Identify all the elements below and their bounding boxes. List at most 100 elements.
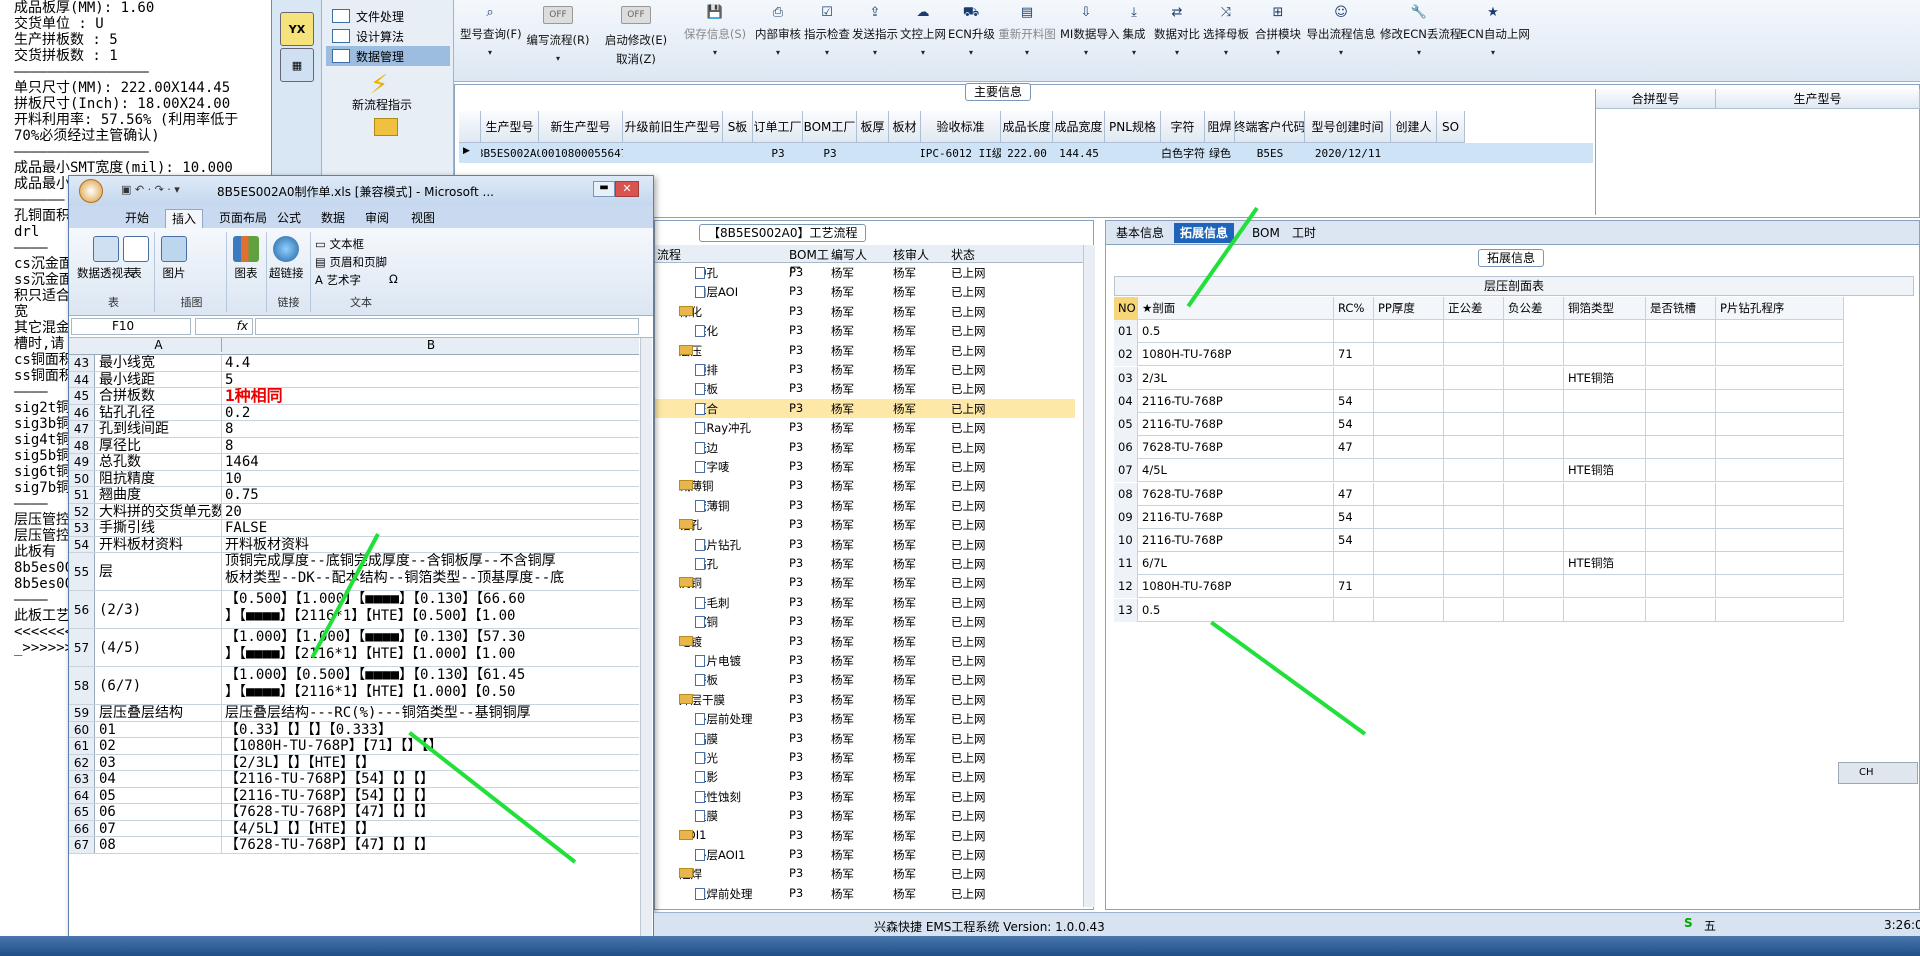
toolbar-button-10[interactable]: ⇩ MI数据导入 ▾: [1060, 6, 1119, 76]
stack-cell[interactable]: [1504, 343, 1564, 367]
process-row[interactable]: 层压 P3 杨军 杨军 已上网: [655, 341, 1075, 360]
cell-b[interactable]: 【1.000】【1.000】【■■■■】【0.130】【57.30 】【■■■■…: [223, 629, 639, 666]
row-number[interactable]: 52: [69, 503, 95, 519]
stack-col-header[interactable]: PP厚度: [1374, 297, 1444, 320]
main-cell[interactable]: 144.45: [1053, 143, 1105, 163]
stack-cell[interactable]: [1444, 343, 1504, 367]
row-number[interactable]: 58: [69, 667, 95, 704]
stack-cell[interactable]: [1334, 598, 1374, 622]
process-row[interactable]: 退膜 P3 杨军 杨军 已上网: [655, 806, 1075, 825]
stack-cell[interactable]: [1564, 482, 1646, 506]
toolbar-button-3[interactable]: 💾 保存信息(S) ▾: [680, 6, 750, 76]
toolbar-button-0[interactable]: ⌕ 型号查询(F) ▾: [460, 6, 522, 76]
sheet-row[interactable]: 58 (6/7) 【1.000】【0.500】【■■■■】【0.130】【61.45…: [69, 667, 639, 705]
stack-cell[interactable]: [1374, 459, 1444, 483]
stack-cell[interactable]: [1374, 343, 1444, 367]
stack-row[interactable]: 12 1080H-TU-768P 71: [1114, 575, 1844, 599]
stack-col-header[interactable]: ★剖面: [1138, 297, 1334, 320]
stack-cell[interactable]: [1646, 575, 1716, 599]
stack-cell[interactable]: [1716, 436, 1844, 460]
main-col-header[interactable]: 阻焊: [1205, 111, 1235, 143]
stack-col-header[interactable]: RC%: [1334, 297, 1374, 320]
ime-mode[interactable]: 五: [1704, 917, 1716, 934]
toolbar-button-9[interactable]: ▤ 重新开料图 ▾: [998, 6, 1056, 76]
cell-a[interactable]: 01: [96, 721, 222, 737]
row-number[interactable]: 63: [69, 771, 95, 787]
process-col-header[interactable]: 状态: [951, 246, 991, 263]
folder-icon[interactable]: [374, 118, 398, 136]
row-number[interactable]: 54: [69, 536, 95, 552]
sheet-row[interactable]: 60 01 【0.33】【】【】【0.333】: [69, 721, 639, 738]
cell-b[interactable]: 0.75: [223, 487, 639, 502]
minimize-icon[interactable]: ▬: [593, 181, 615, 197]
cell-a[interactable]: 孔到线间距: [96, 421, 222, 437]
stack-row[interactable]: 06 7628-TU-768P 47: [1114, 436, 1844, 460]
language-bar[interactable]: CH: [1838, 762, 1918, 784]
stack-row[interactable]: 13 0.5: [1114, 598, 1844, 622]
sheet-row[interactable]: 64 05 【2116-TU-768P】【54】【】【】: [69, 787, 639, 804]
row-number[interactable]: 60: [69, 721, 95, 737]
toolbar-button-6[interactable]: ⇪ 发送指示 ▾: [850, 6, 900, 76]
process-col-header[interactable]: 核审人: [893, 246, 951, 263]
stack-cell[interactable]: 54: [1334, 389, 1374, 413]
process-row[interactable]: 外层前处理 P3 杨军 杨军 已上网: [655, 709, 1075, 728]
stack-cell[interactable]: [1504, 389, 1564, 413]
stack-cell[interactable]: [1374, 413, 1444, 436]
stack-cell[interactable]: [1716, 459, 1844, 483]
cell-a[interactable]: (4/5): [96, 629, 222, 666]
stack-cell[interactable]: [1444, 320, 1504, 344]
cell-a[interactable]: 08: [96, 837, 222, 853]
row-number[interactable]: 50: [69, 470, 95, 486]
stack-cell[interactable]: [1444, 598, 1504, 622]
toolbar-button-7[interactable]: ☁ 文控上网 ▾: [900, 6, 946, 76]
cell-b[interactable]: 【0.33】【】【】【0.333】: [223, 722, 639, 737]
name-box[interactable]: F10: [71, 318, 191, 335]
toolbar-button-11[interactable]: ⤓ 集成 ▾: [1116, 6, 1152, 76]
cell-a[interactable]: 02: [96, 738, 222, 754]
main-cell[interactable]: 2020/12/11: [1305, 143, 1391, 163]
toolbar-button-2[interactable]: OFF 启动修改(E) 取消(Z): [596, 6, 676, 76]
sheet-row[interactable]: 47 孔到线间距 8: [69, 421, 639, 438]
stack-cell[interactable]: 2116-TU-768P: [1138, 505, 1334, 529]
sheet-row[interactable]: 56 (2/3) 【0.500】【1.000】【■■■■】【0.130】【66.60…: [69, 591, 639, 629]
stack-cell[interactable]: 1080H-TU-768P: [1138, 575, 1334, 599]
stack-cell[interactable]: [1374, 389, 1444, 413]
sheet-row[interactable]: 59 层压叠层结构 层压叠层结构---RC(%)---铜箔类型--基铜铜厚: [69, 705, 639, 722]
stack-cell[interactable]: 03: [1114, 366, 1138, 390]
tab-3[interactable]: 工时: [1286, 223, 1322, 243]
sheet-row[interactable]: 66 07 【4/5L】【】【HTE】【】: [69, 820, 639, 837]
main-col-header[interactable]: 订单工厂: [753, 111, 803, 143]
stack-cell[interactable]: 11: [1114, 552, 1138, 576]
cell-b[interactable]: 5: [223, 372, 639, 387]
process-scrollbar[interactable]: [1083, 245, 1095, 907]
cell-a[interactable]: 04: [96, 771, 222, 787]
excel-scrollbar[interactable]: [640, 338, 652, 955]
nav-item-algorithm[interactable]: 设计算法: [326, 26, 450, 46]
sheet-row[interactable]: 49 总孔数 1464: [69, 454, 639, 471]
cell-a[interactable]: 层压叠层结构: [96, 705, 222, 721]
sheet-row[interactable]: 43 最小线宽 4.4: [69, 355, 639, 372]
sheet-row[interactable]: 50 阻抗精度 10: [69, 470, 639, 487]
stack-cell[interactable]: 2/3L: [1138, 366, 1334, 390]
stack-cell[interactable]: [1564, 413, 1646, 436]
ribbon-tab-6[interactable]: 视图: [405, 209, 441, 228]
main-col-header[interactable]: SO: [1437, 111, 1465, 143]
stack-cell[interactable]: [1646, 320, 1716, 344]
stack-cell[interactable]: [1564, 343, 1646, 367]
cell-b[interactable]: 【2116-TU-768P】【54】【】【】: [223, 771, 639, 786]
stack-row[interactable]: 02 1080H-TU-768P 71: [1114, 343, 1844, 367]
stack-cell[interactable]: [1646, 552, 1716, 576]
ribbon-tab-4[interactable]: 数据: [315, 209, 351, 228]
table-button[interactable]: 表: [123, 236, 149, 281]
stack-cell[interactable]: HTE铜箔: [1564, 459, 1646, 483]
main-cell[interactable]: [889, 143, 921, 163]
cell-a[interactable]: 钻孔孔径: [96, 404, 222, 420]
stack-cell[interactable]: [1504, 413, 1564, 436]
stack-cell[interactable]: [1646, 343, 1716, 367]
stack-cell[interactable]: [1646, 482, 1716, 506]
stack-cell[interactable]: HTE铜箔: [1564, 366, 1646, 390]
process-row[interactable]: 电镀 P3 杨军 杨军 已上网: [655, 632, 1075, 651]
nav-item-data[interactable]: 数据管理: [326, 46, 450, 66]
process-row[interactable]: 排板 P3 杨军 杨军 已上网: [655, 379, 1075, 398]
stack-cell[interactable]: [1374, 598, 1444, 622]
